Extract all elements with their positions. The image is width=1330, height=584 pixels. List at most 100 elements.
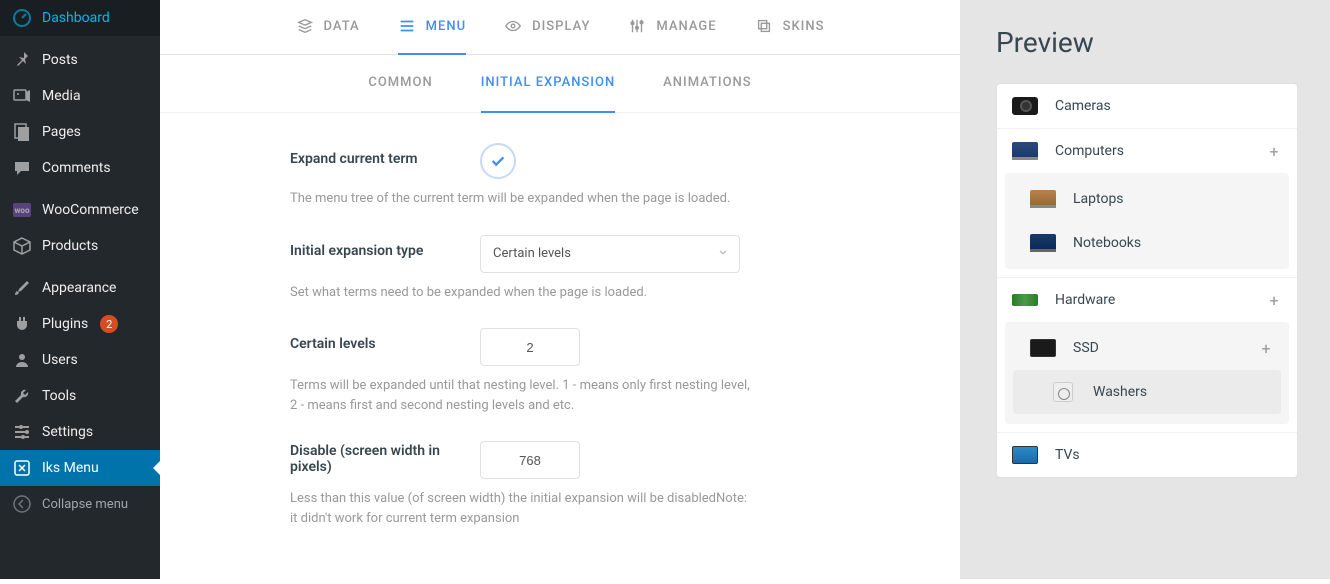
- sidebar-label: Comments: [42, 160, 111, 176]
- sidebar-item-users[interactable]: Users: [0, 342, 160, 378]
- preview-item-hardware[interactable]: Hardware +: [997, 277, 1297, 322]
- products-icon: [12, 236, 32, 256]
- sidebar-item-iks-menu[interactable]: Iks Menu: [0, 450, 160, 486]
- computer-icon: [1011, 141, 1039, 161]
- top-tabs: DATA MENU DISPLAY MANAGE SKINS: [160, 0, 960, 55]
- preview-label: Notebooks: [1073, 235, 1141, 251]
- notebook-icon: [1029, 233, 1057, 253]
- initial-expansion-type-hint: Set what terms need to be expanded when …: [290, 283, 750, 303]
- editor-panel: DATA MENU DISPLAY MANAGE SKINS COMMON IN…: [160, 0, 960, 579]
- dashboard-icon: [12, 8, 32, 28]
- sidebar-label: Users: [42, 352, 78, 368]
- hardware-icon: [1011, 290, 1039, 310]
- expand-toggle[interactable]: +: [1257, 339, 1275, 358]
- preview-sub-hardware: SSD + Washers: [1005, 322, 1289, 424]
- sidebar-item-plugins[interactable]: Plugins 2: [0, 306, 160, 342]
- select-value: Certain levels: [493, 246, 571, 261]
- preview-label: Hardware: [1055, 292, 1115, 308]
- sidebar-item-posts[interactable]: Posts: [0, 42, 160, 78]
- pages-icon: [12, 122, 32, 142]
- wrench-icon: [12, 386, 32, 406]
- brush-icon: [12, 278, 32, 298]
- iks-menu-icon: [12, 458, 32, 478]
- sidebar-label: Appearance: [42, 280, 116, 296]
- subtab-initial-expansion[interactable]: INITIAL EXPANSION: [481, 55, 615, 113]
- sidebar-item-woocommerce[interactable]: woo WooCommerce: [0, 192, 160, 228]
- comment-icon: [12, 158, 32, 178]
- expand-current-term-toggle[interactable]: [480, 143, 516, 179]
- menu-icon: [398, 17, 416, 35]
- sidebar-item-tools[interactable]: Tools: [0, 378, 160, 414]
- disable-width-label: Disable (screen width in pixels): [290, 441, 480, 475]
- sidebar-label: Settings: [42, 424, 93, 440]
- sidebar-label: Posts: [42, 52, 78, 68]
- subtab-animations[interactable]: ANIMATIONS: [663, 55, 751, 113]
- sidebar-item-appearance[interactable]: Appearance: [0, 270, 160, 306]
- main-area: DATA MENU DISPLAY MANAGE SKINS COMMON IN…: [160, 0, 1330, 579]
- collapse-menu[interactable]: Collapse menu: [0, 486, 160, 522]
- media-icon: [12, 86, 32, 106]
- sidebar-label: Dashboard: [42, 10, 110, 26]
- sidebar-label: Pages: [42, 124, 81, 140]
- tab-menu[interactable]: MENU: [398, 0, 466, 55]
- tab-display[interactable]: DISPLAY: [504, 0, 590, 55]
- washer-icon: [1049, 382, 1077, 402]
- pin-icon: [12, 50, 32, 70]
- preview-label: TVs: [1055, 447, 1080, 463]
- sidebar-item-settings[interactable]: Settings: [0, 414, 160, 450]
- sub-tabs: COMMON INITIAL EXPANSION ANIMATIONS: [160, 55, 960, 113]
- disable-width-input[interactable]: [480, 441, 580, 479]
- preview-label: Cameras: [1055, 98, 1111, 114]
- preview-item-laptops[interactable]: Laptops: [1005, 177, 1289, 221]
- preview-item-washers[interactable]: Washers: [1013, 370, 1281, 414]
- laptop-icon: [1029, 189, 1057, 209]
- tab-manage[interactable]: MANAGE: [628, 0, 716, 55]
- settings-form: Expand current term The menu tree of the…: [160, 113, 960, 584]
- disable-width-hint: Less than this value (of screen width) t…: [290, 489, 750, 528]
- preview-sub-ssd: Washers: [1013, 370, 1281, 414]
- woocommerce-icon: woo: [12, 200, 32, 220]
- certain-levels-input[interactable]: [480, 328, 580, 366]
- sidebar-label: Tools: [42, 388, 76, 404]
- wp-admin-sidebar: Dashboard Posts Media Pages Comments woo…: [0, 0, 160, 579]
- update-badge: 2: [100, 315, 118, 333]
- subtab-common[interactable]: COMMON: [368, 55, 432, 113]
- sidebar-item-media[interactable]: Media: [0, 78, 160, 114]
- sidebar-item-products[interactable]: Products: [0, 228, 160, 264]
- sidebar-item-comments[interactable]: Comments: [0, 150, 160, 186]
- sidebar-item-dashboard[interactable]: Dashboard: [0, 0, 160, 36]
- ssd-icon: [1029, 338, 1057, 358]
- sliders-icon: [12, 422, 32, 442]
- preview-item-tvs[interactable]: TVs: [997, 432, 1297, 477]
- sidebar-item-pages[interactable]: Pages: [0, 114, 160, 150]
- preview-label: Washers: [1093, 384, 1147, 400]
- certain-levels-hint: Terms will be expanded until that nestin…: [290, 376, 750, 415]
- collapse-icon: [12, 494, 32, 514]
- expand-toggle[interactable]: +: [1265, 291, 1283, 310]
- eye-icon: [504, 17, 522, 35]
- copy-icon: [755, 17, 773, 35]
- sidebar-label: Products: [42, 238, 98, 254]
- tab-data[interactable]: DATA: [296, 0, 360, 55]
- preview-item-computers[interactable]: Computers +: [997, 128, 1297, 173]
- preview-item-cameras[interactable]: Cameras: [997, 84, 1297, 128]
- plugin-icon: [12, 314, 32, 334]
- certain-levels-label: Certain levels: [290, 328, 480, 352]
- preview-sub-computers: Laptops Notebooks: [1005, 173, 1289, 269]
- tab-label: DISPLAY: [532, 19, 590, 34]
- layers-icon: [296, 17, 314, 35]
- preview-item-notebooks[interactable]: Notebooks: [1005, 221, 1289, 265]
- sidebar-label: WooCommerce: [42, 202, 139, 218]
- collapse-label: Collapse menu: [42, 497, 128, 512]
- preview-item-ssd[interactable]: SSD +: [1005, 326, 1289, 370]
- preview-label: Computers: [1055, 143, 1124, 159]
- preview-title: Preview: [996, 26, 1298, 59]
- tab-label: MANAGE: [656, 19, 716, 34]
- chevron-down-icon: [717, 246, 729, 262]
- preview-label: SSD: [1073, 340, 1099, 356]
- expand-toggle[interactable]: +: [1265, 142, 1283, 161]
- initial-expansion-type-select[interactable]: Certain levels: [480, 235, 740, 273]
- tab-skins[interactable]: SKINS: [755, 0, 825, 55]
- expand-current-term-label: Expand current term: [290, 143, 480, 167]
- initial-expansion-type-label: Initial expansion type: [290, 235, 480, 259]
